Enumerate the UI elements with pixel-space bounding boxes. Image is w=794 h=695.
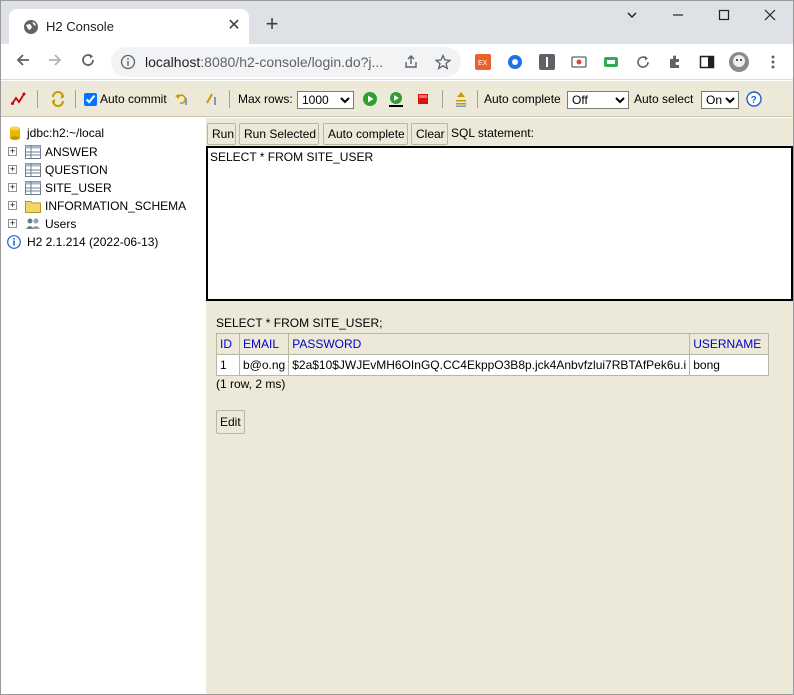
back-arrow-icon[interactable] [11, 50, 35, 74]
refresh-icon[interactable] [50, 91, 66, 107]
table-icon [25, 163, 41, 177]
column-header[interactable]: USERNAME [689, 333, 770, 355]
auto-select-select[interactable]: On [701, 91, 739, 109]
history-icon[interactable] [453, 91, 469, 107]
new-tab-button[interactable]: + [260, 13, 284, 37]
table-cell: $2a$10$JWJEvMH6OInGQ.CC4EkppO3B8p.jck4An… [288, 354, 691, 376]
extension-gear-icon[interactable] [507, 54, 523, 70]
table-icon [25, 181, 41, 195]
tree-item-label: QUESTION [45, 163, 108, 177]
commit-icon[interactable] [204, 91, 220, 107]
site-info-icon[interactable] [120, 54, 136, 70]
database-icon [9, 126, 25, 140]
maximize-icon[interactable] [701, 1, 747, 31]
auto-commit-checkbox[interactable] [84, 93, 97, 106]
clear-button[interactable]: Clear [411, 123, 448, 145]
url-text: localhost:8080/h2-console/login.do?j... [145, 54, 383, 70]
tab-title: H2 Console [46, 19, 114, 34]
extension-green-icon[interactable] [603, 54, 619, 70]
browser-tab[interactable]: H2 Console ✕ [9, 9, 249, 44]
svg-text:?: ? [751, 95, 757, 106]
expand-icon[interactable]: + [8, 219, 17, 228]
profile-avatar[interactable] [729, 52, 749, 72]
forward-arrow-icon[interactable] [43, 50, 67, 74]
run-selected-icon[interactable] [388, 91, 404, 107]
toolbar-divider [229, 90, 230, 108]
connection-url: jdbc:h2:~/local [27, 126, 105, 140]
row-count: (1 row, 2 ms) [216, 377, 286, 391]
table-cell: b@o.ng [238, 354, 290, 376]
tree-item-label: Users [45, 217, 77, 231]
side-panel-icon[interactable] [699, 54, 715, 70]
globe-icon [23, 19, 39, 35]
disconnect-icon[interactable] [10, 91, 26, 107]
tab-search-icon[interactable] [609, 1, 655, 31]
tree-item-label: INFORMATION_SCHEMA [45, 199, 187, 213]
expand-icon[interactable]: + [8, 183, 17, 192]
extension-ex-icon[interactable]: EX [475, 54, 491, 70]
bookmark-star-icon[interactable] [434, 53, 452, 75]
toolbar-divider [37, 90, 38, 108]
max-rows-label: Max rows: [238, 92, 293, 106]
address-bar-row: localhost:8080/h2-console/login.do?j... … [1, 44, 793, 80]
auto-commit-label: Auto commit [100, 92, 167, 106]
rollback-icon[interactable] [174, 91, 190, 107]
auto-complete-select[interactable]: Off [567, 91, 629, 109]
expand-icon[interactable]: + [8, 147, 17, 156]
table-cell: 1 [216, 354, 240, 376]
help-icon[interactable]: ? [746, 91, 762, 107]
window-close-icon[interactable] [747, 1, 793, 31]
extension-screenshot-icon[interactable] [571, 54, 587, 70]
schema-tree: jdbc:h2:~/local + ANSWER + QUESTION + SI… [1, 118, 206, 694]
auto-select-label: Auto select [634, 92, 694, 106]
table-row: 1 b@o.ng $2a$10$JWJEvMH6OInGQ.CC4EkppO3B… [216, 354, 770, 376]
url-host: localhost [145, 54, 201, 70]
h2-toolbar: Auto commit Max rows: 1000 Auto complete… [1, 81, 793, 117]
auto-complete-button[interactable]: Auto complete [323, 123, 408, 145]
result-sql-echo: SELECT * FROM SITE_USER; [216, 316, 383, 330]
edit-button[interactable]: Edit [216, 410, 245, 434]
run-icon[interactable] [362, 91, 378, 107]
url-omnibox[interactable]: localhost:8080/h2-console/login.do?j... [111, 47, 461, 77]
info-icon [7, 235, 23, 249]
sql-editor[interactable]: SELECT * FROM SITE_USER [206, 146, 793, 301]
folder-icon [25, 199, 41, 213]
reload-icon[interactable] [76, 50, 100, 74]
minimize-icon[interactable] [655, 1, 701, 31]
expand-icon[interactable]: + [8, 165, 17, 174]
refresh-extension-icon[interactable] [635, 54, 651, 70]
svg-text:EX: EX [478, 60, 488, 67]
auto-complete-label: Auto complete [484, 92, 561, 106]
close-tab-icon[interactable]: ✕ [225, 17, 243, 35]
tree-item-label: SITE_USER [45, 181, 112, 195]
column-header[interactable]: PASSWORD [288, 333, 691, 355]
extension-i-icon[interactable] [539, 54, 555, 70]
browser-window: H2 Console ✕ + localhost:8080/h2-console… [0, 0, 794, 695]
stop-icon[interactable] [415, 91, 431, 107]
more-menu-icon[interactable] [765, 54, 781, 70]
query-panel: Run Run Selected Auto complete Clear SQL… [206, 118, 793, 694]
result-header-row: ID EMAIL PASSWORD USERNAME [216, 333, 770, 355]
tab-strip: H2 Console ✕ + [1, 1, 793, 44]
table-icon [25, 145, 41, 159]
table-cell: bong [689, 354, 770, 376]
expand-icon[interactable]: + [8, 201, 17, 210]
run-button[interactable]: Run [207, 123, 236, 145]
column-header[interactable]: ID [216, 333, 240, 355]
share-icon[interactable] [403, 54, 419, 75]
toolbar-divider [75, 90, 76, 108]
tree-item-label: ANSWER [45, 145, 98, 159]
sql-statement-label: SQL statement: [451, 126, 534, 140]
puzzle-icon[interactable] [667, 54, 683, 70]
users-icon [25, 217, 41, 231]
toolbar-divider [442, 90, 443, 108]
max-rows-select[interactable]: 1000 [297, 91, 354, 109]
toolbar-divider [477, 90, 478, 108]
result-table: ID EMAIL PASSWORD USERNAME 1 b@o.ng $2a$… [216, 333, 770, 376]
column-header[interactable]: EMAIL [238, 333, 290, 355]
version-text: H2 2.1.214 (2022-06-13) [27, 235, 159, 249]
run-selected-button[interactable]: Run Selected [239, 123, 319, 145]
url-path: :8080/h2-console/login.do?j... [200, 54, 384, 70]
